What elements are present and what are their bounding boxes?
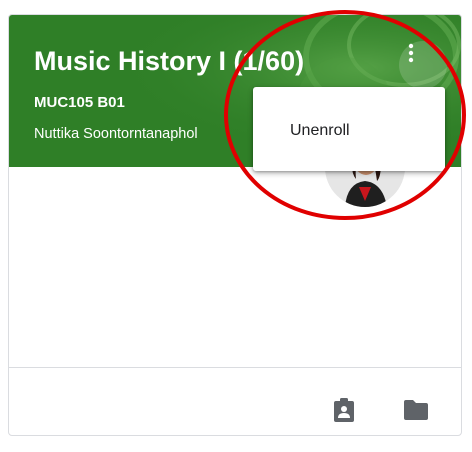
card-divider — [9, 367, 461, 368]
course-section: MUC105 B01 — [34, 94, 125, 111]
overflow-menu: Unenroll — [253, 87, 445, 171]
assignment-icon — [334, 398, 354, 422]
more-options-button[interactable] — [399, 41, 447, 89]
unenroll-menu-item[interactable]: Unenroll — [253, 115, 445, 147]
class-card[interactable]: Music History I (1/60) MUC105 B01 Nuttik… — [8, 14, 462, 436]
teacher-name: Nuttika Soontorntanaphol — [34, 126, 198, 142]
folder-icon — [404, 400, 428, 420]
folder-icon-button[interactable] — [402, 396, 430, 424]
course-title[interactable]: Music History I (1/60) — [34, 46, 304, 77]
more-vert-icon — [408, 43, 414, 63]
assignment-icon-button[interactable] — [330, 396, 358, 424]
